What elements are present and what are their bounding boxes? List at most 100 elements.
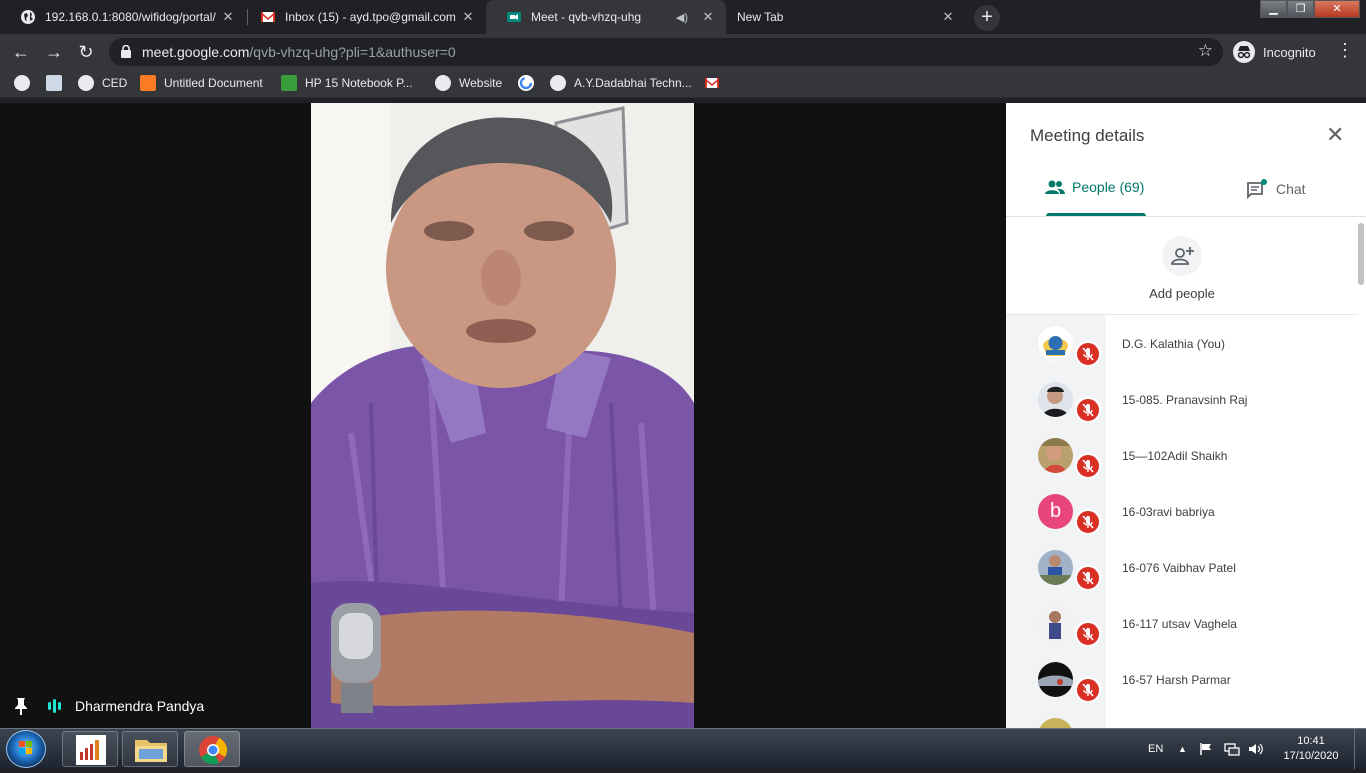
pin-icon[interactable] <box>14 697 28 715</box>
tab-wifidog[interactable]: 192.168.0.1:8080/wifidog/portal/ ✕ <box>0 0 246 34</box>
back-button[interactable]: ← <box>9 40 33 64</box>
forward-button[interactable]: → <box>42 40 66 64</box>
participant-row[interactable]: 15—102Adil Shaikh <box>1006 427 1358 483</box>
gmail-icon <box>705 78 719 88</box>
participant-row[interactable]: 15-085. Pranavsinh Raj <box>1006 371 1358 427</box>
taskbar-app-button[interactable] <box>62 731 118 767</box>
tab-title: Meet - qvb-vhzq-uhg <box>531 10 642 24</box>
bookmark-untitled-document[interactable]: Untitled Document <box>140 75 263 91</box>
presenter-label: Dharmendra Pandya <box>14 691 204 721</box>
panel-scrollbar[interactable] <box>1358 223 1364 285</box>
avatar <box>1038 382 1073 417</box>
gmail-icon <box>261 12 275 22</box>
xampp-icon <box>140 75 156 91</box>
bookmark-label: CED <box>102 76 128 90</box>
tab-people[interactable]: People (69) <box>1044 179 1144 195</box>
reload-button[interactable]: ↻ <box>74 40 98 64</box>
globe-icon <box>78 75 94 91</box>
close-icon[interactable]: ✕ <box>700 9 716 25</box>
participant-name: D.G. Kalathia (You) <box>1122 337 1225 351</box>
tab-title: New Tab <box>737 10 784 24</box>
mic-muted-icon <box>1075 509 1101 535</box>
bookmark-star-icon[interactable]: ☆ <box>1198 41 1213 61</box>
panel-title: Meeting details <box>1030 126 1145 145</box>
participant-row[interactable] <box>1006 707 1358 728</box>
participant-name: 15-085. Pranavsinh Raj <box>1122 393 1248 407</box>
hp-icon <box>281 75 297 91</box>
bookmark-label: A.Y.Dadabhai Techn... <box>574 76 692 90</box>
video-frame <box>311 103 694 728</box>
clock-time: 10:41 <box>1297 735 1325 747</box>
flag-icon[interactable] <box>1199 729 1213 769</box>
incognito-indicator[interactable]: Incognito <box>1233 40 1316 64</box>
url-text: meet.google.com/qvb-vhzq-uhg?pli=1&authu… <box>142 44 456 60</box>
add-people-button[interactable]: Add people <box>1146 236 1218 301</box>
participant-row[interactable]: 16-117 utsav Vaghela <box>1006 595 1358 651</box>
close-icon[interactable]: ✕ <box>460 9 476 25</box>
volume-icon[interactable] <box>1248 729 1264 769</box>
bookmark-ced[interactable]: CED <box>78 75 127 91</box>
mic-muted-icon <box>1075 453 1101 479</box>
meet-icon <box>507 12 521 22</box>
bookmark-website[interactable]: Website <box>435 75 502 91</box>
bookmark-item[interactable] <box>46 75 70 91</box>
speaker-icon[interactable]: ◀) <box>676 11 688 24</box>
meeting-details-panel: Meeting details ✕ People (69) Chat Add p… <box>1006 103 1366 728</box>
chrome-icon <box>199 736 227 765</box>
bookmark-google[interactable] <box>518 75 542 91</box>
participant-row[interactable]: 16-076 Vaibhav Patel <box>1006 539 1358 595</box>
lock-icon <box>121 45 131 58</box>
bookmark-label: HP 15 Notebook P... <box>305 76 413 90</box>
app-icon <box>46 75 62 91</box>
incognito-label: Incognito <box>1263 44 1316 60</box>
restore-button[interactable]: ❐ <box>1287 0 1314 18</box>
tab-title: 192.168.0.1:8080/wifidog/portal/ <box>45 10 216 24</box>
globe-icon <box>21 10 35 24</box>
browser-toolbar: ← → ↻ meet.google.com/qvb-vhzq-uhg?pli=1… <box>0 34 1366 70</box>
start-button[interactable] <box>6 730 46 768</box>
tab-strip: 192.168.0.1:8080/wifidog/portal/ ✕ Inbox… <box>0 0 1366 34</box>
globe-icon <box>550 75 566 91</box>
chat-tab-label: Chat <box>1276 181 1306 197</box>
address-bar[interactable]: meet.google.com/qvb-vhzq-uhg?pli=1&authu… <box>109 38 1223 66</box>
bookmark-aydadabhai[interactable]: A.Y.Dadabhai Techn... <box>550 75 692 91</box>
avatar <box>1038 606 1073 641</box>
close-icon[interactable]: ✕ <box>220 9 236 25</box>
presenter-name: Dharmendra Pandya <box>75 698 205 714</box>
tab-gmail[interactable]: Inbox (15) - ayd.tpo@gmail.com ✕ <box>240 0 486 34</box>
participant-row[interactable]: b 16-03ravi babriya <box>1006 483 1358 539</box>
show-hidden-icons[interactable]: ▲ <box>1178 729 1187 769</box>
bookmark-label: Website <box>459 76 503 90</box>
window-close-button[interactable]: ✕ <box>1314 0 1360 18</box>
participant-row[interactable]: D.G. Kalathia (You) <box>1006 315 1358 371</box>
close-icon[interactable]: ✕ <box>940 9 956 25</box>
globe-icon <box>435 75 451 91</box>
people-tab-label: People (69) <box>1072 179 1145 195</box>
taskbar-chrome-button[interactable] <box>184 731 240 767</box>
globe-icon <box>14 75 30 91</box>
add-people-label: Add people <box>1149 286 1215 301</box>
tab-newtab[interactable]: New Tab ✕ <box>726 0 966 34</box>
bookmark-hp-notebook[interactable]: HP 15 Notebook P... <box>281 75 413 91</box>
bookmark-item[interactable] <box>14 75 38 91</box>
system-clock[interactable]: 10:41 17/10/2020 <box>1278 734 1344 764</box>
taskbar-explorer-button[interactable] <box>122 731 178 767</box>
divider <box>1006 216 1366 217</box>
bookmark-gmail[interactable] <box>704 75 728 91</box>
new-tab-button[interactable]: + <box>974 5 1000 31</box>
tab-chat[interactable]: Chat <box>1246 179 1306 199</box>
minimize-button[interactable]: ▁ <box>1260 0 1287 18</box>
app-icon <box>76 735 106 765</box>
show-desktop-button[interactable] <box>1354 729 1366 769</box>
participant-row[interactable]: 16-57 Harsh Parmar <box>1006 651 1358 707</box>
language-indicator[interactable]: EN <box>1148 729 1163 769</box>
speaking-indicator-icon <box>48 699 61 713</box>
close-panel-button[interactable]: ✕ <box>1326 124 1344 146</box>
people-icon <box>1045 180 1065 194</box>
folder-icon <box>135 740 167 762</box>
avatar <box>1038 662 1073 697</box>
network-icon[interactable] <box>1224 729 1240 769</box>
bookmark-label: Untitled Document <box>164 76 263 90</box>
chrome-menu-button[interactable]: ⋮ <box>1336 40 1354 61</box>
tab-meet[interactable]: Meet - qvb-vhzq-uhg ◀) ✕ <box>486 0 726 34</box>
